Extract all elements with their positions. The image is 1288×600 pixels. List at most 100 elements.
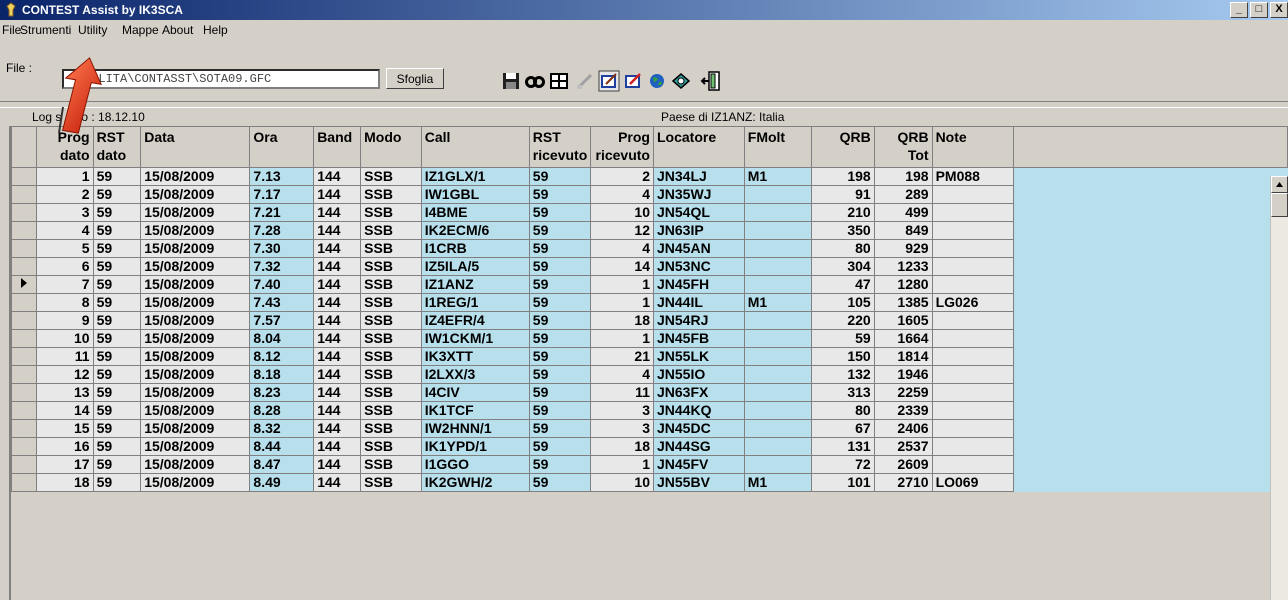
cell-qrb[interactable]: 132 bbox=[810, 365, 875, 384]
cell-prog-ricevuto[interactable]: 4 bbox=[590, 365, 654, 384]
cell-call[interactable]: IZ5ILA/5 bbox=[420, 257, 530, 276]
row-selector[interactable] bbox=[11, 347, 38, 366]
col-prog-ricevuto[interactable]: Prog ricevuto bbox=[590, 126, 654, 168]
cell-prog-ricevuto[interactable]: 2 bbox=[590, 167, 654, 186]
cell-call[interactable]: IW2HNN/1 bbox=[420, 419, 530, 438]
cell-rst-ricevuto[interactable]: 59 bbox=[528, 329, 592, 348]
cell-fmolt[interactable] bbox=[743, 239, 812, 258]
cell-prog-dato[interactable]: 17 bbox=[36, 455, 94, 474]
cell-rst-ricevuto[interactable]: 59 bbox=[528, 185, 592, 204]
menu-utility[interactable]: Utility bbox=[78, 23, 107, 37]
cell-rst-ricevuto[interactable]: 59 bbox=[528, 167, 592, 186]
cell-locatore[interactable]: JN45FB bbox=[652, 329, 745, 348]
cell-qrb-tot[interactable]: 1233 bbox=[873, 257, 933, 276]
row-selector[interactable] bbox=[11, 455, 38, 474]
table-row[interactable]: 10 59 15/08/2009 8.04 144 SSB IW1CKM/1 59 1 JN45F… bbox=[11, 329, 1288, 348]
row-selector[interactable] bbox=[11, 311, 38, 330]
cell-data[interactable]: 15/08/2009 bbox=[140, 293, 251, 312]
edit-red-icon[interactable] bbox=[622, 70, 644, 92]
cell-band[interactable]: 144 bbox=[313, 365, 362, 384]
cell-call[interactable]: IZ1GLX/1 bbox=[420, 167, 530, 186]
cell-prog-dato[interactable]: 8 bbox=[36, 293, 94, 312]
cell-qrb[interactable]: 313 bbox=[810, 383, 875, 402]
cell-prog-ricevuto[interactable]: 21 bbox=[590, 347, 654, 366]
cell-qrb[interactable]: 198 bbox=[810, 167, 875, 186]
cell-prog-ricevuto[interactable]: 10 bbox=[590, 473, 654, 492]
cell-locatore[interactable]: JN35WJ bbox=[652, 185, 745, 204]
menu-help[interactable]: Help bbox=[203, 23, 228, 37]
table-row[interactable]: 2 59 15/08/2009 7.17 144 SSB IW1GBL 59 4 JN35WJ 91… bbox=[11, 185, 1288, 204]
grid-icon[interactable] bbox=[548, 70, 570, 92]
cell-call[interactable]: I2LXX/3 bbox=[420, 365, 530, 384]
cell-modo[interactable]: SSB bbox=[360, 275, 422, 294]
cell-note[interactable] bbox=[931, 455, 1015, 474]
col-locatore[interactable]: Locatore bbox=[652, 126, 745, 168]
cell-qrb-tot[interactable]: 929 bbox=[873, 239, 933, 258]
cell-modo[interactable]: SSB bbox=[360, 293, 422, 312]
table-row[interactable]: 14 59 15/08/2009 8.28 144 SSB IK1TCF 59 3 JN44KQ 8… bbox=[11, 401, 1288, 420]
cell-rst-dato[interactable]: 59 bbox=[92, 167, 142, 186]
row-selector[interactable] bbox=[11, 293, 38, 312]
cell-fmolt[interactable] bbox=[743, 383, 812, 402]
cell-rst-dato[interactable]: 59 bbox=[92, 329, 142, 348]
cell-call[interactable]: IK2GWH/2 bbox=[420, 473, 530, 492]
table-row[interactable]: 17 59 15/08/2009 8.47 144 SSB I1GGO 59 1 JN45FV 72… bbox=[11, 455, 1288, 474]
cell-rst-dato[interactable]: 59 bbox=[92, 437, 142, 456]
map-icon[interactable] bbox=[670, 70, 692, 92]
cell-fmolt[interactable] bbox=[743, 257, 812, 276]
row-selector[interactable] bbox=[11, 365, 38, 384]
cell-modo[interactable]: SSB bbox=[360, 473, 422, 492]
cell-qrb-tot[interactable]: 849 bbox=[873, 221, 933, 240]
cell-prog-ricevuto[interactable]: 18 bbox=[590, 437, 654, 456]
table-row[interactable]: 6 59 15/08/2009 7.32 144 SSB IZ5ILA/5 59 14 JN53N… bbox=[11, 257, 1288, 276]
cell-ora[interactable]: 7.28 bbox=[249, 221, 315, 240]
cell-fmolt[interactable] bbox=[743, 365, 812, 384]
cell-qrb[interactable]: 150 bbox=[810, 347, 875, 366]
cell-data[interactable]: 15/08/2009 bbox=[140, 185, 251, 204]
cell-locatore[interactable]: JN53NC bbox=[652, 257, 745, 276]
cell-data[interactable]: 15/08/2009 bbox=[140, 419, 251, 438]
cell-qrb[interactable]: 80 bbox=[810, 239, 875, 258]
cell-ora[interactable]: 7.17 bbox=[249, 185, 315, 204]
col-rst-ricevuto[interactable]: RST ricevuto bbox=[528, 126, 592, 168]
col-note[interactable]: Note bbox=[931, 126, 1015, 168]
table-row[interactable]: 9 59 15/08/2009 7.57 144 SSB IZ4EFR/4 59 18 JN54R… bbox=[11, 311, 1288, 330]
cell-band[interactable]: 144 bbox=[313, 473, 362, 492]
cell-fmolt[interactable] bbox=[743, 347, 812, 366]
scroll-up-button[interactable] bbox=[1271, 176, 1288, 193]
col-qrb-tot[interactable]: QRB Tot bbox=[873, 126, 933, 168]
cell-qrb[interactable]: 304 bbox=[810, 257, 875, 276]
cell-note[interactable]: LG026 bbox=[931, 293, 1015, 312]
cell-note[interactable] bbox=[931, 185, 1015, 204]
cell-ora[interactable]: 7.21 bbox=[249, 203, 315, 222]
cell-rst-dato[interactable]: 59 bbox=[92, 311, 142, 330]
cell-note[interactable] bbox=[931, 203, 1015, 222]
cell-note[interactable] bbox=[931, 275, 1015, 294]
cell-rst-ricevuto[interactable]: 59 bbox=[528, 383, 592, 402]
cell-prog-ricevuto[interactable]: 1 bbox=[590, 293, 654, 312]
cell-rst-dato[interactable]: 59 bbox=[92, 365, 142, 384]
cell-rst-dato[interactable]: 59 bbox=[92, 203, 142, 222]
cell-locatore[interactable]: JN34LJ bbox=[652, 167, 745, 186]
cell-rst-dato[interactable]: 59 bbox=[92, 239, 142, 258]
cell-fmolt[interactable] bbox=[743, 401, 812, 420]
cell-prog-dato[interactable]: 12 bbox=[36, 365, 94, 384]
cell-ora[interactable]: 7.43 bbox=[249, 293, 315, 312]
cell-locatore[interactable]: JN63IP bbox=[652, 221, 745, 240]
cell-qrb-tot[interactable]: 2609 bbox=[873, 455, 933, 474]
cell-qrb-tot[interactable]: 2339 bbox=[873, 401, 933, 420]
cell-prog-dato[interactable]: 16 bbox=[36, 437, 94, 456]
cell-locatore[interactable]: JN45FV bbox=[652, 455, 745, 474]
cell-modo[interactable]: SSB bbox=[360, 239, 422, 258]
cell-modo[interactable]: SSB bbox=[360, 383, 422, 402]
cell-modo[interactable]: SSB bbox=[360, 401, 422, 420]
scroll-thumb[interactable] bbox=[1271, 193, 1288, 217]
cell-call[interactable]: IK3XTT bbox=[420, 347, 530, 366]
table-row[interactable]: 5 59 15/08/2009 7.30 144 SSB I1CRB 59 4 JN45AN 80 9… bbox=[11, 239, 1288, 258]
menu-about[interactable]: About bbox=[162, 23, 193, 37]
cell-prog-dato[interactable]: 4 bbox=[36, 221, 94, 240]
cell-call[interactable]: IK1YPD/1 bbox=[420, 437, 530, 456]
row-selector[interactable] bbox=[11, 167, 38, 186]
maximize-button[interactable]: □ bbox=[1250, 2, 1268, 18]
cell-band[interactable]: 144 bbox=[313, 293, 362, 312]
